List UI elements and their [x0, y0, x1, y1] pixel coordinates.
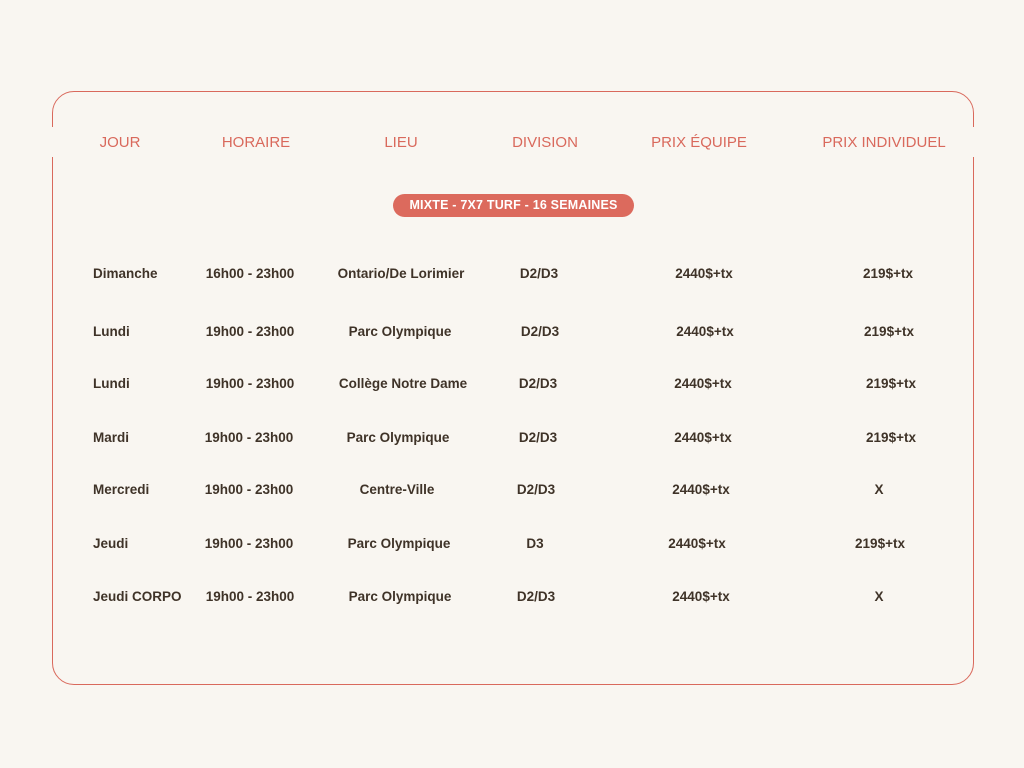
row-4-division: D2/D3	[516, 482, 556, 497]
header-prix-equipe: PRIX ÉQUIPE	[651, 134, 747, 151]
row-2-jour: Lundi	[93, 376, 130, 391]
row-3-jour: Mardi	[93, 430, 130, 445]
header-horaire: HORAIRE	[221, 134, 291, 151]
row-0-lieu: Ontario/De Lorimier	[337, 266, 465, 281]
row-6-horaire: 19h00 - 23h00	[205, 589, 295, 604]
row-2-prix-equipe: 2440$+tx	[674, 376, 732, 391]
row-1-prix-equipe: 2440$+tx	[676, 324, 734, 339]
row-3-division: D2/D3	[518, 430, 558, 445]
row-0-jour: Dimanche	[93, 266, 158, 281]
row-5-division: D3	[526, 536, 544, 551]
row-6-jour: Jeudi CORPO	[93, 589, 182, 604]
row-6-prix-individuel: X	[874, 589, 884, 604]
row-3-lieu: Parc Olympique	[346, 430, 450, 445]
row-0-prix-individuel: 219$+tx	[863, 266, 913, 281]
row-1-lieu: Parc Olympique	[348, 324, 452, 339]
header-jour: JOUR	[99, 134, 141, 151]
row-6-division: D2/D3	[516, 589, 556, 604]
row-0-prix-equipe: 2440$+tx	[675, 266, 733, 281]
row-4-lieu: Centre-Ville	[359, 482, 435, 497]
row-4-prix-individuel: X	[874, 482, 884, 497]
row-5-jour: Jeudi	[93, 536, 129, 551]
row-3-horaire: 19h00 - 23h00	[204, 430, 294, 445]
row-2-prix-individuel: 219$+tx	[866, 376, 916, 391]
row-1-division: D2/D3	[520, 324, 560, 339]
row-5-prix-equipe: 2440$+tx	[668, 536, 726, 551]
row-2-division: D2/D3	[518, 376, 558, 391]
row-1-prix-individuel: 219$+tx	[864, 324, 914, 339]
row-4-jour: Mercredi	[93, 482, 150, 497]
header-division: DIVISION	[512, 134, 578, 151]
row-3-prix-individuel: 219$+tx	[866, 430, 916, 445]
header-lieu: LIEU	[384, 134, 418, 151]
row-1-jour: Lundi	[93, 324, 130, 339]
row-6-lieu: Parc Olympique	[348, 589, 452, 604]
league-badge: MIXTE - 7X7 TURF - 16 SEMAINES	[393, 194, 634, 217]
row-1-horaire: 19h00 - 23h00	[205, 324, 295, 339]
schedule-card	[52, 91, 974, 685]
header-prix-individuel: PRIX INDIVIDUEL	[822, 134, 946, 151]
row-0-horaire: 16h00 - 23h00	[205, 266, 295, 281]
row-4-prix-equipe: 2440$+tx	[672, 482, 730, 497]
row-5-lieu: Parc Olympique	[347, 536, 451, 551]
row-5-prix-individuel: 219$+tx	[855, 536, 905, 551]
row-2-horaire: 19h00 - 23h00	[205, 376, 295, 391]
row-6-prix-equipe: 2440$+tx	[672, 589, 730, 604]
row-0-division: D2/D3	[519, 266, 559, 281]
row-5-horaire: 19h00 - 23h00	[204, 536, 294, 551]
row-2-lieu: Collège Notre Dame	[338, 376, 468, 391]
row-3-prix-equipe: 2440$+tx	[674, 430, 732, 445]
row-4-horaire: 19h00 - 23h00	[204, 482, 294, 497]
